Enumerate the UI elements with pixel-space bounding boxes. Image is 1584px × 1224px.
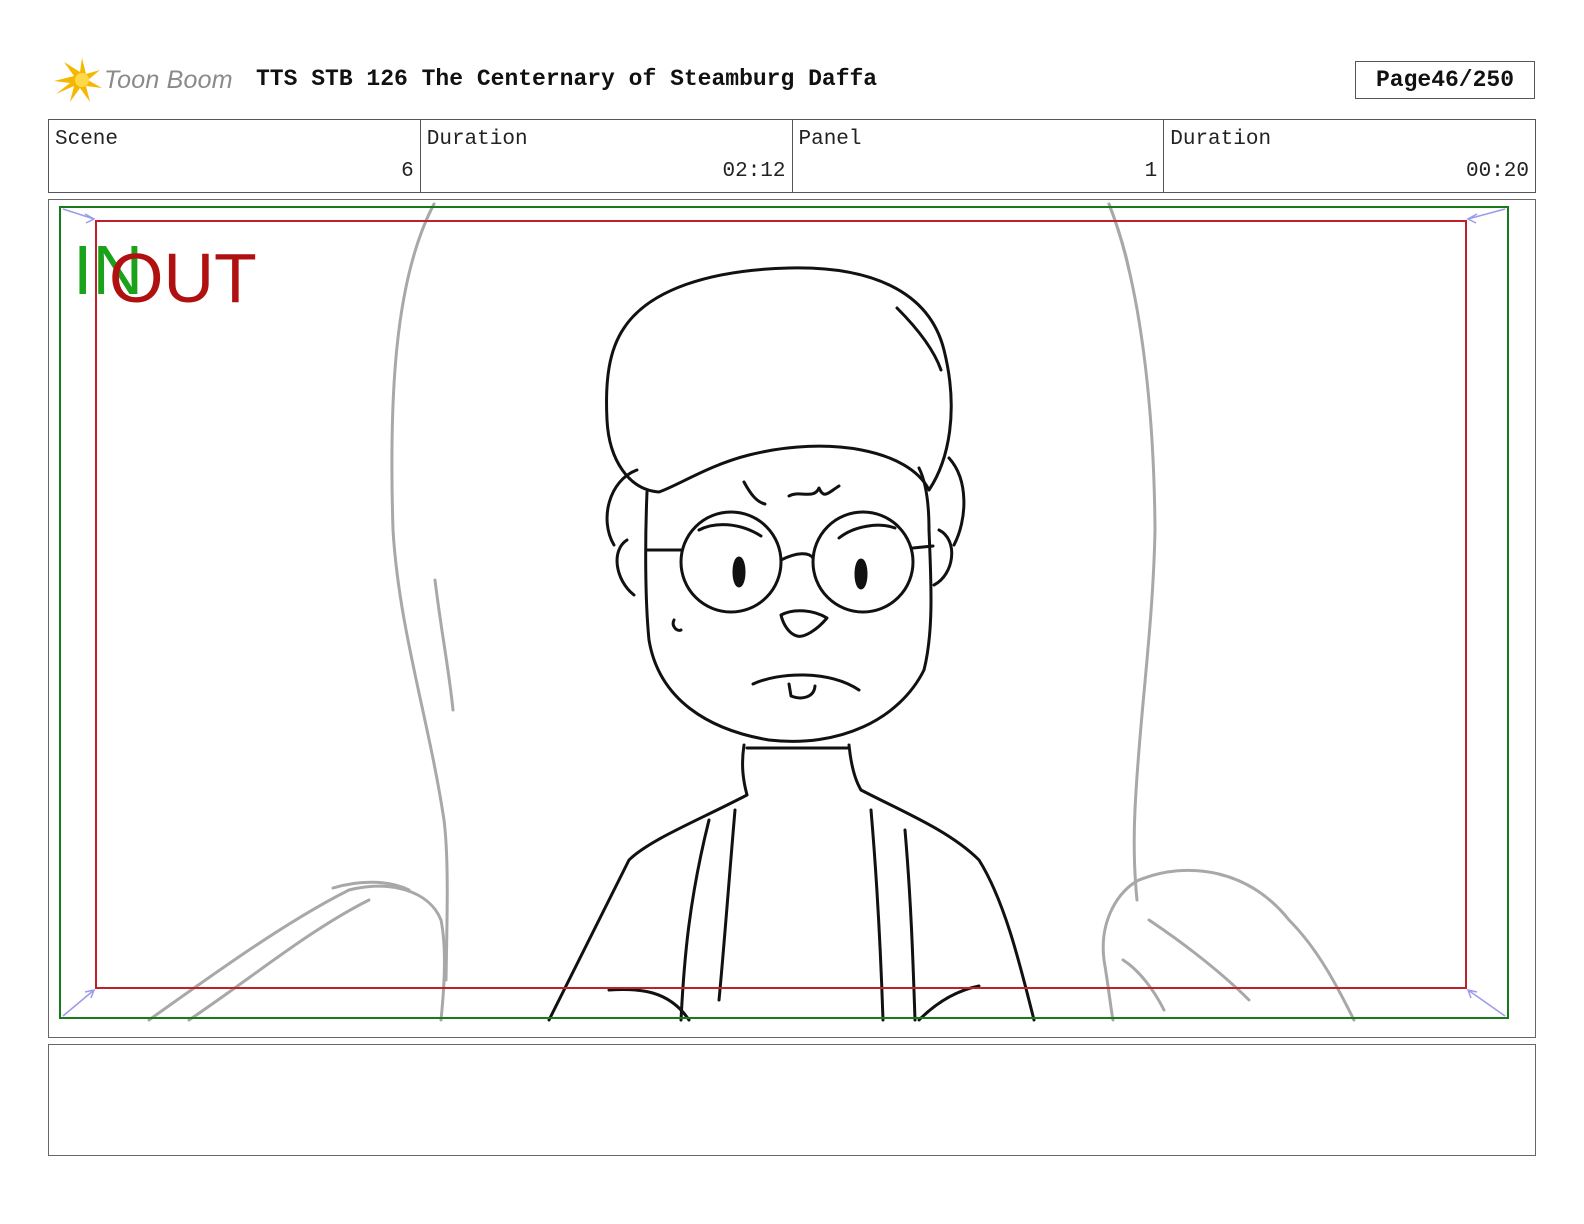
starburst-icon xyxy=(54,58,102,102)
character-sketch xyxy=(547,266,1036,1022)
document-title: TTS STB 126 The Centernary of Steamburg … xyxy=(256,66,878,92)
out-label: OUT xyxy=(109,239,257,317)
scene-info-table: Scene 6 Duration 02:12 Panel 1 Duration … xyxy=(48,119,1536,193)
scene-label: Scene xyxy=(55,128,119,151)
panel-drawing: IN OUT xyxy=(59,202,1509,1022)
scene-duration-label: Duration xyxy=(426,128,528,151)
scene-cell: Scene 6 xyxy=(49,120,421,192)
scene-duration-cell: Duration 02:12 xyxy=(421,120,793,192)
page-indicator: Page 46/250 xyxy=(1355,61,1535,99)
storyboard-panel: IN OUT xyxy=(48,199,1536,1038)
action-safe-frame xyxy=(95,220,1467,989)
page-number: 46/250 xyxy=(1431,67,1515,93)
background-sketch xyxy=(147,202,1356,1022)
logo-text: Toon Boom xyxy=(104,66,233,94)
panel-label: Panel xyxy=(798,128,862,151)
scene-value: 6 xyxy=(401,160,414,183)
panel-duration-label: Duration xyxy=(1170,128,1272,151)
scene-duration-value: 02:12 xyxy=(722,160,786,183)
panel-cell: Panel 1 xyxy=(793,120,1165,192)
panel-duration-cell: Duration 00:20 xyxy=(1164,120,1535,192)
panel-value: 1 xyxy=(1144,160,1158,183)
panel-notes[interactable] xyxy=(48,1044,1536,1156)
panel-duration-value: 00:20 xyxy=(1465,160,1529,183)
toon-boom-logo: Toon Boom xyxy=(52,56,242,106)
page-label: Page xyxy=(1375,67,1432,93)
